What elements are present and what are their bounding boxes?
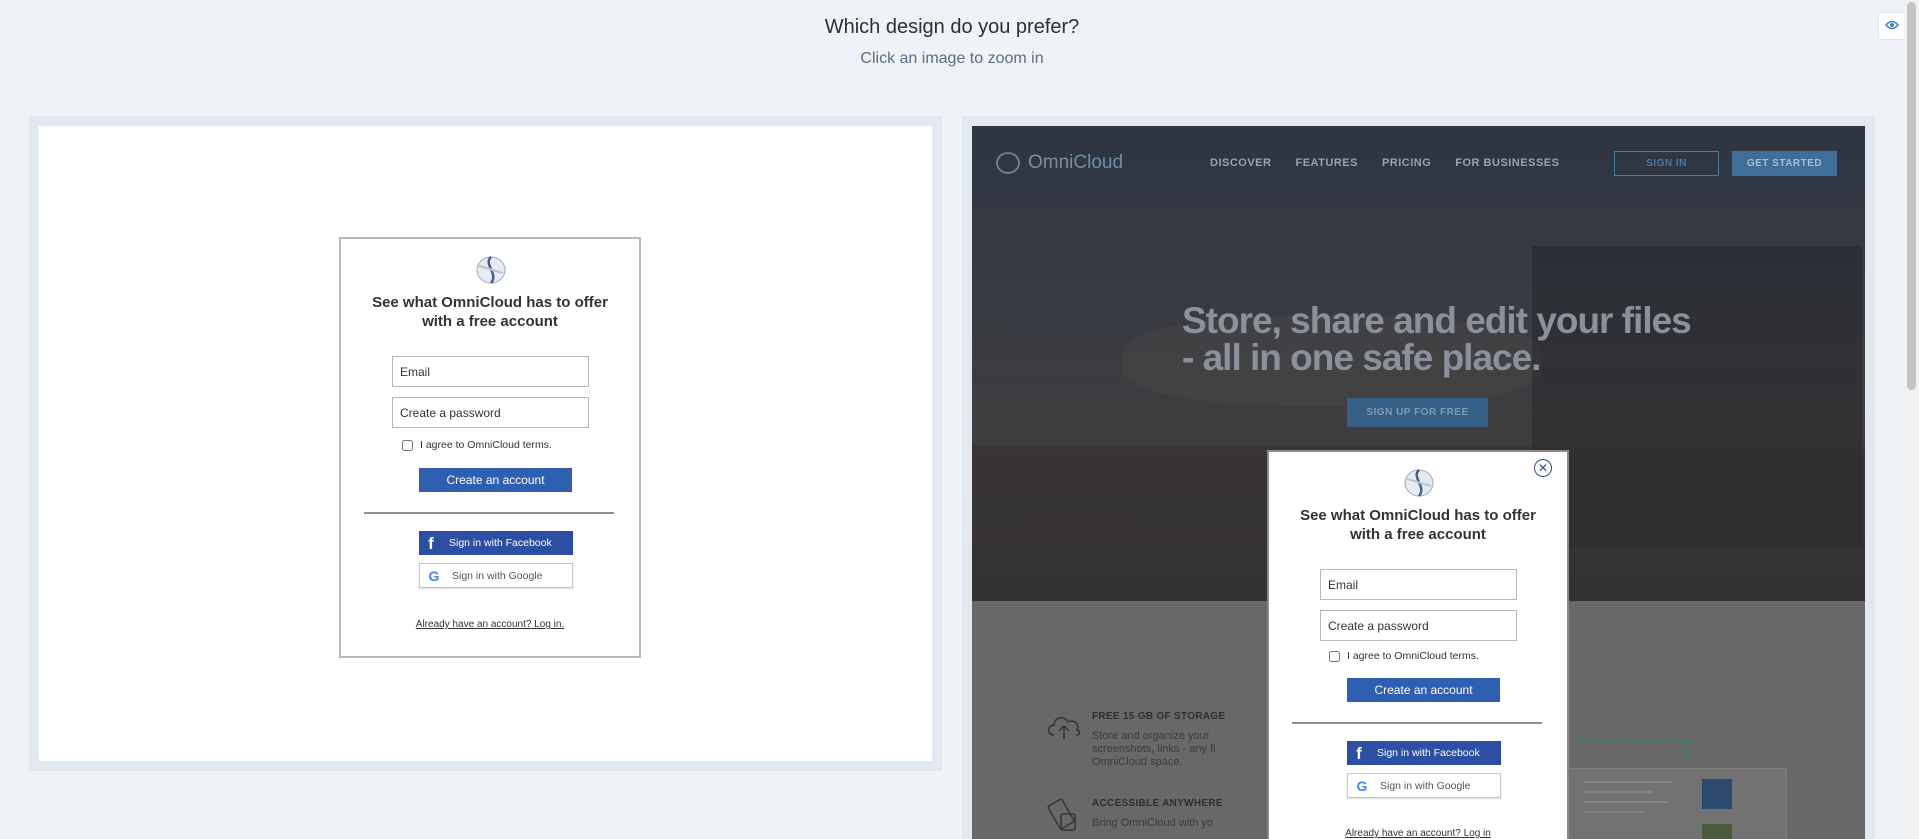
mockup-line — [1583, 811, 1643, 813]
google-signin-label: Sign in with Google — [1380, 779, 1471, 792]
terms-checkbox[interactable] — [1329, 650, 1340, 662]
login-link[interactable]: Already have an account? Log in — [1269, 828, 1567, 839]
site-logo[interactable]: Omni Cloud — [996, 152, 1123, 174]
design-option-a[interactable]: See what OmniCloud has to offer with a f… — [29, 116, 942, 771]
decorative-dashed-line — [1685, 739, 1687, 755]
feature-title: ACCESSIBLE ANYWHERE — [1092, 798, 1223, 809]
create-account-button[interactable]: Create an account — [419, 468, 572, 492]
email-input[interactable] — [392, 356, 589, 387]
google-signin-button[interactable]: G Sign in with Google — [419, 563, 573, 588]
login-link[interactable]: Already have an account? Log in. — [341, 619, 639, 630]
nav-features[interactable]: FEATURES — [1295, 157, 1357, 169]
facebook-signin-label: Sign in with Facebook — [1377, 747, 1480, 759]
nav-get-started-button[interactable]: GET STARTED — [1732, 151, 1837, 176]
mockup-avatar — [1702, 824, 1732, 839]
signup-headline: See what OmniCloud has to offer with a f… — [1300, 507, 1536, 543]
design-option-b[interactable]: Omni Cloud DISCOVER FEATURES PRICING FOR … — [962, 116, 1875, 839]
page-title: Which design do you prefer? — [824, 16, 1080, 38]
page-scrollbar[interactable] — [1904, 0, 1919, 839]
terms-label: I agree to OmniCloud terms. — [420, 439, 552, 451]
close-icon[interactable]: ✕ — [1534, 459, 1552, 477]
google-signin-button[interactable]: G Sign in with Google — [1347, 773, 1501, 798]
divider — [364, 512, 614, 514]
nav-discover[interactable]: DISCOVER — [1210, 157, 1271, 169]
email-input[interactable] — [1320, 569, 1517, 600]
facebook-icon: f — [1356, 744, 1362, 763]
decorative-dashed-line — [1577, 739, 1687, 741]
site-nav: DISCOVER FEATURES PRICING FOR BUSINESSES — [1210, 157, 1583, 169]
signup-modal: ✕ See what OmniCloud has to offer with a… — [1267, 450, 1569, 839]
brand-cloud: Cloud — [1073, 152, 1124, 173]
google-icon: G — [428, 567, 440, 584]
brand-omni: Omni — [1028, 152, 1074, 173]
facebook-signin-label: Sign in with Facebook — [449, 537, 552, 549]
page-subtitle: Click an image to zoom in — [860, 50, 1044, 67]
terms-label: I agree to OmniCloud terms. — [1347, 650, 1479, 662]
app-mockup-illustration — [1567, 768, 1787, 839]
cloud-upload-icon — [1045, 711, 1081, 741]
feature-storage: FREE 15 GB OF STORAGE Store and organize… — [1048, 711, 1232, 769]
feature-text: Bring OmniCloud with yo — [1092, 817, 1214, 829]
site-logo-icon — [996, 152, 1020, 174]
feature-text: Store and organize your screenshots, lin… — [1092, 730, 1216, 768]
feature-title: FREE 15 GB OF STORAGE — [1092, 711, 1226, 722]
devices-icon — [1045, 798, 1081, 831]
facebook-icon: f — [428, 534, 434, 553]
divider — [1292, 722, 1542, 724]
hero-heading: Store, share and edit your files - all i… — [1182, 300, 1692, 378]
design-a-canvas: See what OmniCloud has to offer with a f… — [39, 126, 932, 761]
create-account-button[interactable]: Create an account — [1347, 678, 1500, 702]
facebook-signin-button[interactable]: f Sign in with Facebook — [419, 531, 573, 555]
signup-headline: See what OmniCloud has to offer with a f… — [372, 294, 608, 330]
preview-toggle-button[interactable] — [1878, 12, 1906, 40]
google-signin-label: Sign in with Google — [452, 569, 543, 582]
nav-sign-in-button[interactable]: SIGN IN — [1614, 151, 1719, 176]
hero-signup-button[interactable]: SIGN UP FOR FREE — [1347, 398, 1488, 427]
password-input[interactable] — [392, 397, 589, 428]
password-input[interactable] — [1320, 610, 1517, 641]
feature-access: ACCESSIBLE ANYWHERE Bring OmniCloud with… — [1047, 798, 1232, 831]
mockup-line — [1583, 801, 1668, 803]
facebook-signin-button[interactable]: f Sign in with Facebook — [1347, 741, 1501, 765]
google-icon: G — [1356, 777, 1368, 794]
mockup-line — [1583, 791, 1653, 793]
mockup-line — [1583, 781, 1673, 783]
terms-agreement: I agree to OmniCloud terms. — [1329, 650, 1479, 662]
nav-pricing[interactable]: PRICING — [1382, 157, 1431, 169]
mockup-avatar — [1702, 779, 1732, 809]
signup-card: See what OmniCloud has to offer with a f… — [339, 237, 641, 658]
design-b-canvas: Omni Cloud DISCOVER FEATURES PRICING FOR … — [972, 126, 1865, 839]
terms-checkbox[interactable] — [402, 439, 413, 451]
nav-for-businesses[interactable]: FOR BUSINESSES — [1455, 157, 1559, 169]
terms-agreement: I agree to OmniCloud terms. — [402, 439, 552, 451]
omnicloud-logo-icon — [1401, 467, 1437, 499]
scrollbar-thumb[interactable] — [1907, 2, 1916, 390]
omnicloud-logo-icon — [473, 254, 509, 286]
eye-icon — [1885, 17, 1899, 35]
